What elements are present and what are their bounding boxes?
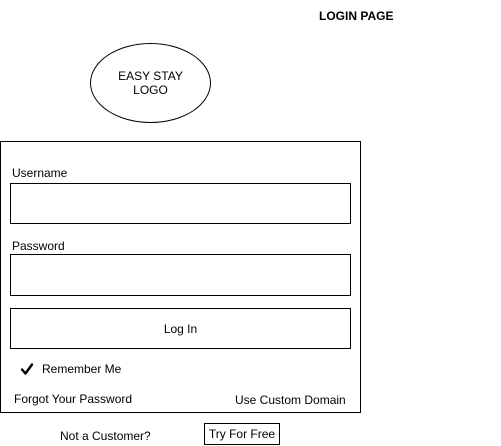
custom-domain-link[interactable]: Use Custom Domain [235,393,346,407]
try-for-free-button[interactable]: Try For Free [204,423,280,445]
logo-text-line-1: EASY STAY [118,69,183,83]
check-icon [20,362,34,376]
remember-me-checkbox[interactable]: Remember Me [20,362,121,376]
password-label: Password [12,239,65,253]
page-title: LOGIN PAGE [319,9,394,23]
remember-me-label: Remember Me [42,362,122,376]
username-input[interactable] [10,183,351,224]
password-input[interactable] [10,254,351,296]
not-customer-text: Not a Customer? [60,429,151,443]
logo: EASY STAY LOGO [90,43,211,123]
logo-text: EASY STAY LOGO [118,69,183,97]
username-label: Username [12,166,68,180]
forgot-password-link[interactable]: Forgot Your Password [14,392,132,406]
logo-text-line-2: LOGO [133,83,168,97]
login-button[interactable]: Log In [10,308,351,349]
